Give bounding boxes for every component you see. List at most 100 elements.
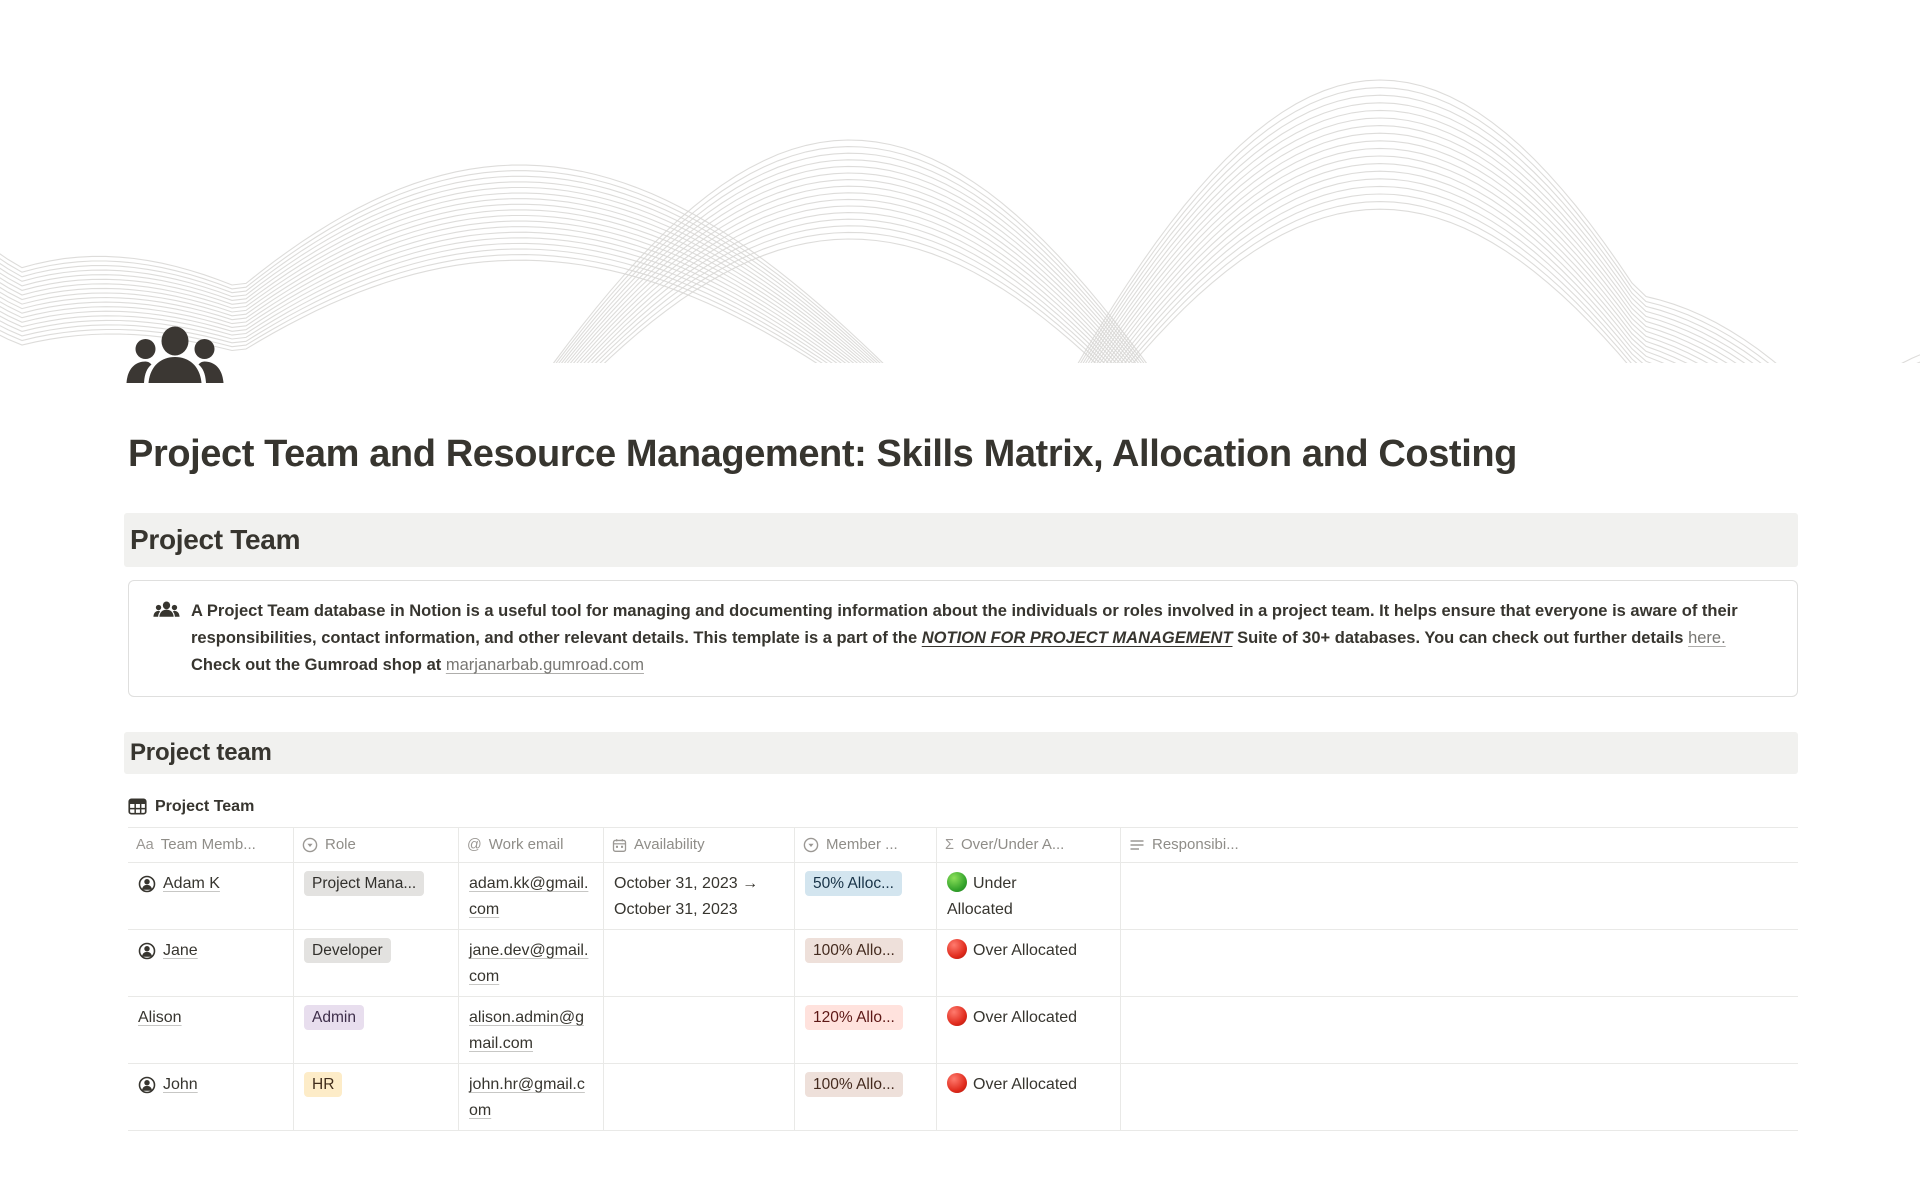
column-header-availability[interactable]: Availability [604,828,795,862]
cell-role[interactable]: Developer [294,930,459,996]
cell-responsibility[interactable] [1121,930,1798,996]
member-name: Adam K [163,871,220,897]
email-value: alison.admin@gmail.com [469,1009,584,1052]
role-tag: HR [304,1072,342,1097]
cell-over-under-allocation[interactable]: Over Allocated [937,930,1121,996]
text-icon [1129,837,1145,853]
cell-over-under-allocation[interactable]: Over Allocated [937,997,1121,1063]
select-icon [803,837,819,853]
allocation-tag: 100% Allo... [805,1072,903,1097]
column-label: Team Memb... [161,832,256,858]
email-value: john.hr@gmail.com [469,1076,585,1119]
column-label: Over/Under A... [961,832,1064,858]
person-icon [138,942,156,960]
link-here[interactable]: here. [1688,629,1726,647]
cell-work-email[interactable]: adam.kk@gmail.com [459,863,604,929]
status-value: Under Allocated [947,871,1082,923]
column-label: Availability [634,832,705,858]
table-icon [128,797,147,816]
title-icon: Aa [136,838,154,853]
member-name: John [163,1072,198,1098]
cell-responsibility[interactable] [1121,997,1798,1063]
heading-project-team-lower-label: Project team [130,739,272,766]
allocation-tag: 100% Allo... [805,938,903,963]
heading-project-team: Project Team [124,513,1798,567]
page-title[interactable]: Project Team and Resource Management: Sk… [128,433,1798,476]
link-notion-for-project-management[interactable]: NOTION FOR PROJECT MANAGEMENT [922,629,1233,647]
cover-image [0,0,1920,363]
person-icon [138,875,156,893]
callout-body: Suite of 30+ databases. You can check ou… [1233,629,1689,647]
status-value: Over Allocated [947,938,1082,964]
email-value: adam.kk@gmail.com [469,875,588,918]
member-name: Jane [163,938,198,964]
role-tag: Project Mana... [304,871,424,896]
status-label: Over Allocated [973,1076,1077,1093]
cell-member-allocation[interactable]: 50% Alloc... [795,863,937,929]
date-icon [612,838,627,853]
callout-body: Check out the Gumroad shop at [191,656,446,674]
project-team-table: Aa Team Memb... Role @ Work email [128,827,1798,1131]
cell-work-email[interactable]: alison.admin@gmail.com [459,997,604,1063]
cell-availability[interactable] [604,1064,795,1130]
column-header-work-email[interactable]: @ Work email [459,828,604,862]
email-value: jane.dev@gmail.com [469,942,588,985]
cell-role[interactable]: HR [294,1064,459,1130]
wave-pattern [0,0,1920,363]
cell-availability[interactable] [604,930,795,996]
role-tag: Admin [304,1005,364,1030]
column-label: Responsibi... [1152,832,1239,858]
database-title-label: Project Team [155,798,254,816]
column-label: Work email [489,832,564,858]
cell-member-allocation[interactable]: 100% Allo... [795,930,937,996]
role-tag: Developer [304,938,391,963]
column-header-over-under-allocation[interactable]: Σ Over/Under A... [937,828,1121,862]
select-icon [302,837,318,853]
column-header-responsibility[interactable]: Responsibi... [1121,828,1798,862]
member-name: Alison [138,1005,182,1031]
cell-member-allocation[interactable]: 120% Allo... [795,997,937,1063]
allocation-tag: 120% Allo... [805,1005,903,1030]
table-row: Alison Admin alison.admin@gmail.com 120%… [128,997,1798,1064]
availability-value: October 31, 2023 → October 31, 2023 [614,875,758,918]
cell-team-member[interactable]: John [128,1064,294,1130]
column-label: Member ... [826,832,898,858]
cell-responsibility[interactable] [1121,1064,1798,1130]
formula-icon: Σ [945,838,954,853]
heading-project-team-lower: Project team [124,732,1798,774]
callout: A Project Team database in Notion is a u… [128,580,1798,697]
email-icon: @ [467,838,482,853]
column-header-team-member[interactable]: Aa Team Memb... [128,828,294,862]
link-gumroad[interactable]: marjanarbab.gumroad.com [446,656,644,674]
cell-availability[interactable] [604,997,795,1063]
callout-text: A Project Team database in Notion is a u… [191,598,1775,679]
status-label: Over Allocated [973,1009,1077,1026]
status-label: Over Allocated [973,942,1077,959]
status-value: Over Allocated [947,1005,1082,1031]
cell-team-member[interactable]: Adam K [128,863,294,929]
cell-work-email[interactable]: jane.dev@gmail.com [459,930,604,996]
red-circle-icon [947,939,967,959]
cell-team-member[interactable]: Jane [128,930,294,996]
status-value: Over Allocated [947,1072,1082,1098]
column-header-member-allocation[interactable]: Member ... [795,828,937,862]
cell-role[interactable]: Project Mana... [294,863,459,929]
cell-over-under-allocation[interactable]: Under Allocated [937,863,1121,929]
table-row: John HR john.hr@gmail.com 100% Allo... O… [128,1064,1798,1131]
cell-team-member[interactable]: Alison [128,997,294,1063]
heading-project-team-label: Project Team [130,524,300,555]
cell-responsibility[interactable] [1121,863,1798,929]
cell-work-email[interactable]: john.hr@gmail.com [459,1064,604,1130]
cell-role[interactable]: Admin [294,997,459,1063]
column-label: Role [325,832,356,858]
allocation-tag: 50% Alloc... [805,871,902,896]
table-row: Adam K Project Mana... adam.kk@gmail.com… [128,863,1798,930]
cell-member-allocation[interactable]: 100% Allo... [795,1064,937,1130]
cell-over-under-allocation[interactable]: Over Allocated [937,1064,1121,1130]
red-circle-icon [947,1073,967,1093]
cell-availability[interactable]: October 31, 2023 → October 31, 2023 [604,863,795,929]
person-icon [138,1076,156,1094]
column-header-role[interactable]: Role [294,828,459,862]
table-row: Jane Developer jane.dev@gmail.com 100% A… [128,930,1798,997]
database-title[interactable]: Project Team [128,797,254,816]
